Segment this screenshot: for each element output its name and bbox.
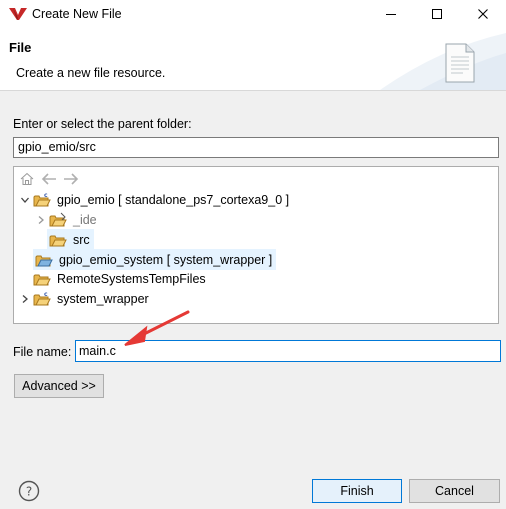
title-bar: Create New File (0, 0, 506, 28)
chevron-down-icon[interactable] (19, 194, 31, 206)
tree-item-system-wrapper[interactable]: c system_wrapper (19, 289, 151, 308)
tree-item-label: gpio_emio_system [ system_wrapper ] (59, 252, 273, 267)
chevron-right-icon[interactable] (19, 293, 31, 305)
project-folder-icon (33, 274, 51, 285)
header-decoration (380, 33, 506, 90)
maximize-icon (432, 9, 442, 19)
parent-folder-label: Enter or select the parent folder: (13, 117, 192, 131)
svg-text:?: ? (26, 485, 32, 499)
wizard-header: File Create a new file resource. (0, 28, 506, 91)
tree-item-gpio-emio[interactable]: c gpio_emio [ standalone_ps7_cortexa9_0 … (19, 190, 291, 209)
page-title: File (9, 40, 32, 55)
help-icon[interactable]: ? (18, 480, 40, 502)
folder-tree[interactable]: c gpio_emio [ standalone_ps7_cortexa9_0 … (13, 166, 499, 324)
advanced-button[interactable]: Advanced >> (14, 374, 104, 398)
folder-icon (49, 212, 67, 226)
forward-arrow-icon[interactable] (63, 171, 79, 187)
new-file-wizard-icon (445, 43, 475, 83)
chevron-right-icon[interactable] (35, 214, 47, 226)
tree-item-remote-systems[interactable]: RemoteSystemsTempFiles (33, 269, 208, 288)
maximize-button[interactable] (414, 0, 460, 28)
system-project-icon (35, 255, 53, 266)
close-icon (478, 9, 488, 19)
tree-item-gpio-emio-system[interactable]: gpio_emio_system [ system_wrapper ] (33, 249, 277, 270)
svg-text:c: c (44, 291, 48, 298)
tree-item-src[interactable]: src (47, 229, 94, 250)
close-button[interactable] (460, 0, 506, 28)
home-icon[interactable] (19, 171, 35, 187)
vitis-logo-icon (9, 8, 27, 20)
c-project-folder-icon: c (33, 192, 51, 206)
tree-item-label: _ide (73, 212, 97, 227)
tree-item-label: gpio_emio [ standalone_ps7_cortexa9_0 ] (57, 192, 290, 207)
window-title: Create New File (32, 7, 122, 21)
minimize-button[interactable] (368, 0, 414, 28)
open-folder-icon (49, 235, 67, 246)
back-arrow-icon[interactable] (41, 171, 57, 187)
tree-item-label: src (73, 232, 90, 247)
tree-item-label: RemoteSystemsTempFiles (57, 271, 206, 286)
tree-item-label: system_wrapper (57, 291, 149, 306)
finish-button[interactable]: Finish (312, 479, 402, 503)
c-project-folder-icon: c (33, 291, 51, 305)
minimize-icon (386, 14, 396, 15)
svg-text:c: c (44, 192, 48, 199)
tree-toolbar (19, 171, 79, 187)
file-name-input[interactable]: main.c (75, 340, 501, 362)
cancel-button[interactable]: Cancel (409, 479, 500, 503)
parent-folder-input[interactable]: gpio_emio/src (13, 137, 499, 158)
file-name-label: File name: (13, 345, 72, 359)
tree-item-ide[interactable]: _ide (35, 210, 99, 229)
page-description: Create a new file resource. (16, 66, 166, 80)
